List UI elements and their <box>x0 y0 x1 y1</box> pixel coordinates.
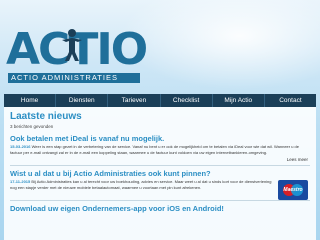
main-navigation: Home Diensten Tarieven Checklist Mijn Ac… <box>4 94 316 107</box>
maestro-logo: Maestro <box>278 180 308 200</box>
news-article: Download uw eigen Ondernemers-app voor i… <box>10 203 310 214</box>
article-text: Weer is een stap gezet in de verbetering… <box>10 144 300 155</box>
news-article: Ook betalen met iDeal is vanaf nu mogeli… <box>10 133 310 164</box>
article-date: 17-11-2015 <box>10 179 31 184</box>
news-article: Wist u al dat u bij Actio Administraties… <box>10 168 310 200</box>
news-heading: Laatste nieuws <box>10 111 82 122</box>
nav-item-tarieven[interactable]: Tarieven <box>108 94 161 107</box>
nav-item-home[interactable]: Home <box>4 94 57 107</box>
article-text: Bij Actio Administraties kan u al terech… <box>10 179 272 190</box>
background-sky <box>120 0 320 90</box>
logo-tagline: ACTIO ADMINISTRATIES <box>8 73 140 83</box>
nav-item-checklist[interactable]: Checklist <box>161 94 213 107</box>
read-more-link[interactable]: Lees meer <box>10 156 310 164</box>
nav-item-diensten[interactable]: Diensten <box>56 94 109 107</box>
article-title[interactable]: Ook betalen met iDeal is vanaf nu mogeli… <box>10 133 310 144</box>
site-logo[interactable]: ACTIO ACTIO ADMINISTRATIES <box>6 28 148 88</box>
read-more-link[interactable]: Lees meer <box>10 191 310 199</box>
divider <box>10 200 310 201</box>
news-panel: Laatste nieuws 3 berichten gevonden Ook … <box>4 107 316 240</box>
article-body: 15-03-2016 Weer is een stap gezet in de … <box>10 144 310 156</box>
divider <box>10 165 310 166</box>
maestro-label: Maestro <box>283 187 303 193</box>
news-count: 3 berichten gevonden <box>10 124 54 129</box>
logo-figure-icon <box>62 29 82 61</box>
nav-item-contact[interactable]: Contact <box>265 94 316 107</box>
article-body: 17-11-2015 Bij Actio Administraties kan … <box>10 179 310 191</box>
nav-item-mijn-actio[interactable]: Mijn Actio <box>213 94 265 107</box>
article-title[interactable]: Wist u al dat u bij Actio Administraties… <box>10 168 310 179</box>
article-date: 15-03-2016 <box>10 144 31 149</box>
article-title[interactable]: Download uw eigen Ondernemers-app voor i… <box>10 203 310 214</box>
